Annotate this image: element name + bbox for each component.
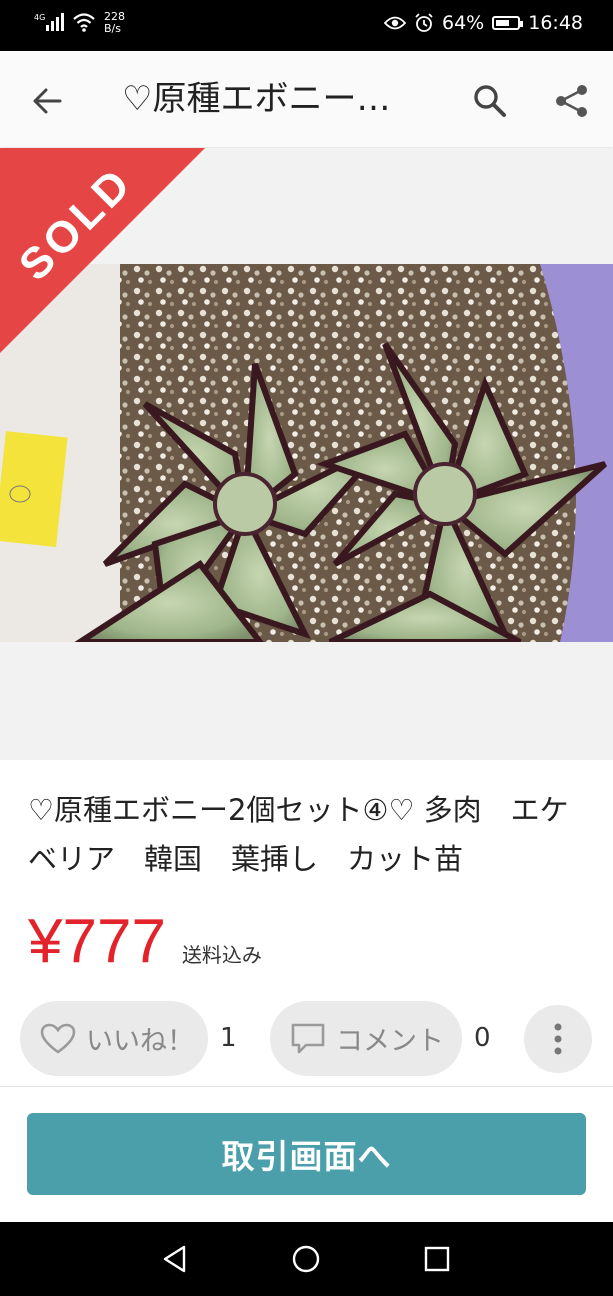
network-type: 4G xyxy=(34,13,45,22)
item-price: ¥777 xyxy=(28,907,166,976)
app-bar: ♡原種エボニー… xyxy=(0,51,613,147)
alarm-icon xyxy=(415,13,433,32)
comment-button[interactable]: コメント xyxy=(270,1001,462,1076)
heart-icon xyxy=(40,1023,76,1054)
battery-percent: 64% xyxy=(442,12,485,34)
signal-icon: 4G xyxy=(34,13,64,31)
shipping-label: 送料込み xyxy=(181,943,262,967)
sold-banner: SOLD xyxy=(0,148,205,353)
trade-screen-button[interactable]: 取引画面へ xyxy=(27,1113,586,1195)
nav-recents-icon[interactable] xyxy=(422,1244,452,1274)
like-button[interactable]: いいね！ xyxy=(20,1001,208,1076)
like-count: 1 xyxy=(220,1023,237,1053)
battery-icon xyxy=(492,16,524,30)
network-speed-unit: B/s xyxy=(104,22,121,35)
divider xyxy=(0,1086,613,1087)
comment-count: 0 xyxy=(474,1023,491,1053)
system-nav-bar xyxy=(0,1222,613,1296)
status-bar: 4G 228 B/s 64% 16:48 xyxy=(0,0,613,51)
battery-fill xyxy=(496,20,510,26)
search-icon[interactable] xyxy=(470,81,510,121)
nav-back-icon[interactable] xyxy=(160,1244,190,1274)
share-icon[interactable] xyxy=(552,81,592,121)
page-title: ♡原種エボニー… xyxy=(122,79,391,119)
wifi-icon xyxy=(73,13,95,32)
clock: 16:48 xyxy=(528,12,583,34)
eye-icon xyxy=(384,16,406,30)
action-row: いいね！ 1 コメント 0 xyxy=(20,1001,600,1076)
more-vertical-icon xyxy=(554,1023,562,1055)
arrow-left-icon[interactable] xyxy=(28,81,68,121)
nav-home-icon[interactable] xyxy=(291,1244,321,1274)
network-speed: 228 B/s xyxy=(104,11,125,35)
more-options-button[interactable] xyxy=(524,1005,592,1073)
comment-icon xyxy=(291,1023,325,1053)
comment-label: コメント xyxy=(336,1026,444,1057)
product-image-area[interactable]: SOLD xyxy=(0,148,613,760)
like-label: いいね！ xyxy=(86,1026,194,1057)
item-title: ♡原種エボニー2個セット④♡ 多肉 エケベリア 韓国 葉挿し カット苗 xyxy=(28,793,569,876)
price-row: ¥777 送料込み xyxy=(28,906,262,977)
